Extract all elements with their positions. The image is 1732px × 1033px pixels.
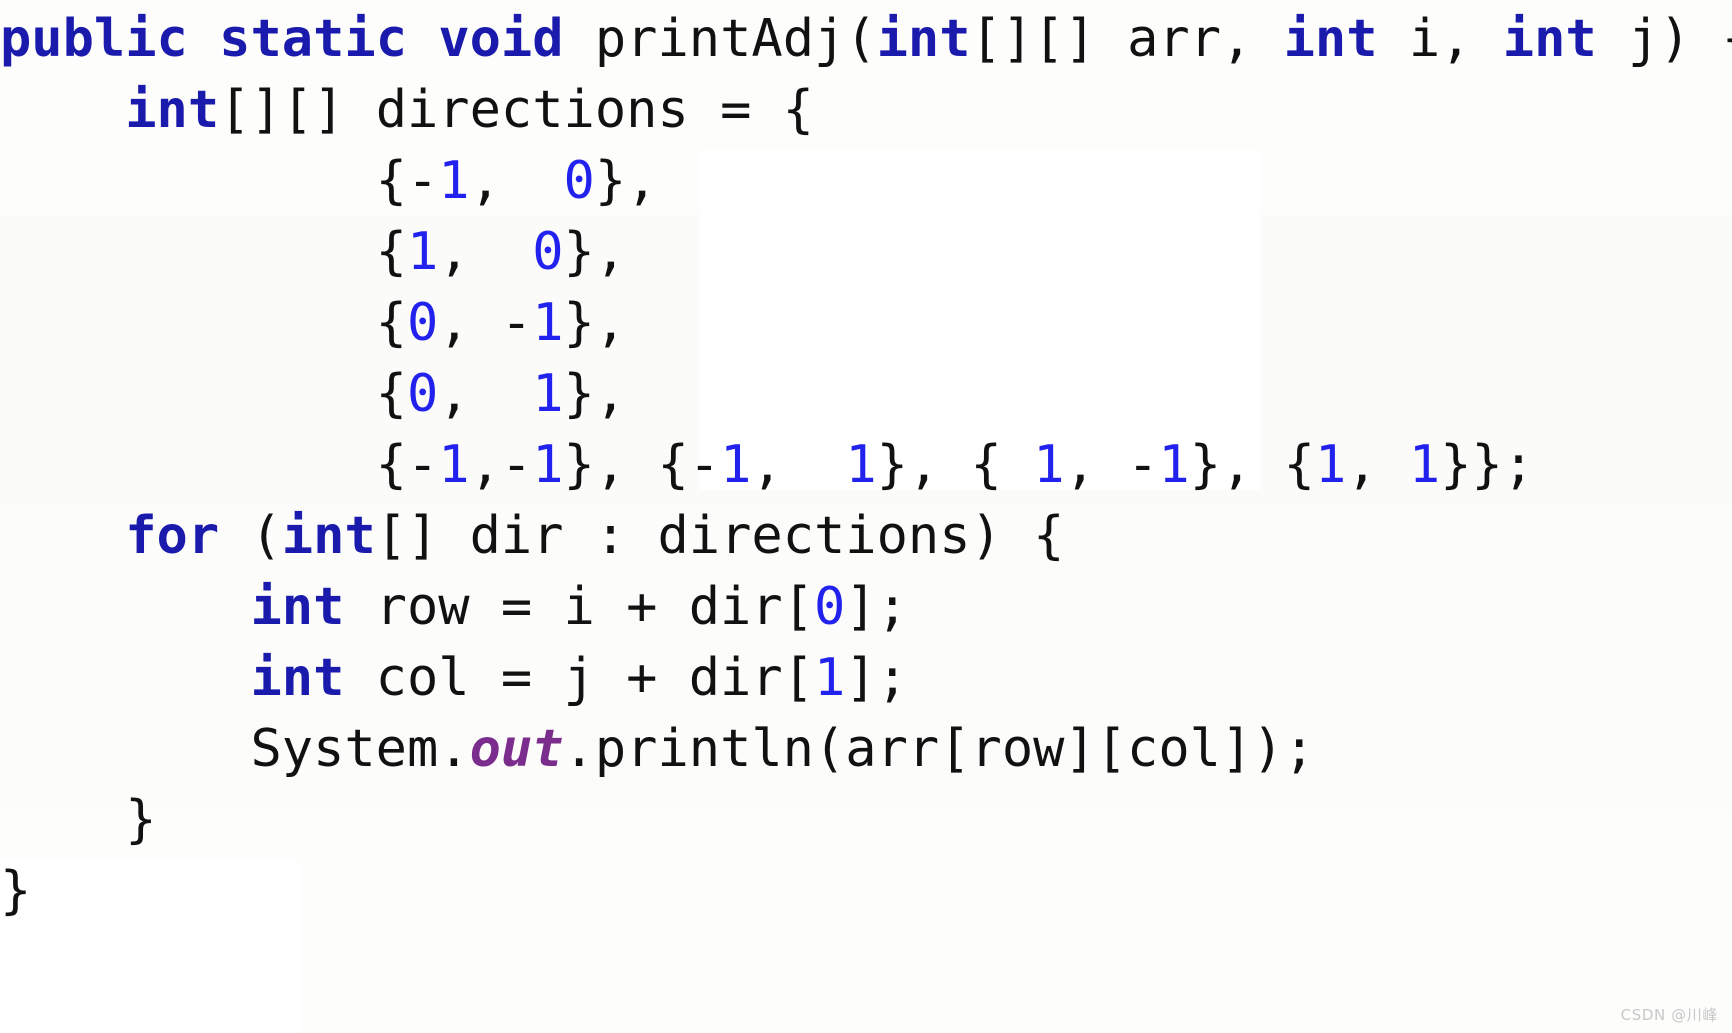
code-token-plain: }, { [876,435,1034,495]
code-token-plain: { [0,222,407,282]
code-token-plain: }, {- [563,435,721,495]
code-token-plain: {- [0,435,439,495]
code-line: int col = j + dir[1]; [0,643,1732,714]
code-token-plain: }, [563,364,627,424]
code-line: int[][] directions = { [0,75,1732,146]
code-token-plain: printAdj( [563,9,877,69]
code-token-plain: ,- [469,435,533,495]
code-token-num: 1 [845,435,877,495]
code-token-kw: int [250,648,345,708]
code-token-num: 0 [407,364,439,424]
code-token-plain: }, [594,151,658,211]
code-token-plain: , [438,222,533,282]
code-token-plain: row = i + dir[ [344,577,814,637]
code-token-num: 1 [438,151,470,211]
code-line: System.out.println(arr[row][col]); [0,714,1732,785]
code-token-kw: int [1502,9,1597,69]
code-token-kw: int [876,9,971,69]
code-token-num: 1 [532,293,564,353]
code-line: {1, 0}, [0,217,1732,288]
code-token-plain: }, { [1189,435,1315,495]
code-token-plain: , [469,151,564,211]
code-line: {-1,-1}, {-1, 1}, { 1, -1}, {1, 1}}; [0,430,1732,501]
code-token-plain: }, [563,222,627,282]
code-token-num: 1 [1158,435,1190,495]
code-token-plain: } [0,861,32,921]
code-token-plain: col = j + dir[ [344,648,814,708]
code-token-num: 1 [438,435,470,495]
code-token-num: 0 [407,293,439,353]
code-line: {0, -1}, [0,288,1732,359]
code-token-kw: int [281,506,376,566]
code-token-plain: { [0,293,407,353]
code-token-field: out [469,719,564,779]
code-token-plain: , [751,435,846,495]
code-token-plain: } [0,790,157,850]
watermark: CSDN @川峰 [1620,1006,1718,1024]
code-token-num: 1 [532,435,564,495]
code-token-num: 0 [563,151,595,211]
code-token-kw: int [1283,9,1378,69]
code-token-num: 1 [1033,435,1065,495]
code-token-plain: , - [1064,435,1159,495]
code-token-kw: public [0,9,188,69]
code-line: for (int[] dir : directions) { [0,501,1732,572]
code-token-num: 1 [813,648,846,708]
code-token-plain: , [1346,435,1409,495]
code-token-plain: ( [219,506,282,566]
code-token-num: 1 [1408,435,1441,495]
code-token-num: 0 [532,222,564,282]
code-line: } [0,785,1732,856]
code-token-plain: [][] arr, [970,9,1284,69]
code-token-plain: System. [0,719,470,779]
code-token-plain: .println(arr[row][col]); [563,719,1315,779]
code-token-kw: void [438,9,564,69]
code-token-kw: int [125,80,220,140]
code-token-plain: , [438,364,533,424]
code-token-kw: int [250,577,345,637]
code-token-num: 1 [720,435,752,495]
code-token-plain: [][] directions = { [219,80,814,140]
code-token-plain: i, [1377,9,1503,69]
code-token-plain: , - [438,293,533,353]
code-token-plain: }, [563,293,627,353]
code-token-num: 0 [813,577,846,637]
code-screenshot: public static void printAdj(int[][] arr,… [0,0,1732,1033]
code-token-plain: [] dir : directions) { [375,506,1065,566]
code-token-plain: j) { [1628,9,1732,69]
code-block: public static void printAdj(int[][] arr,… [0,0,1732,927]
code-token-num: 1 [1314,435,1347,495]
code-token-plain: { [0,364,407,424]
code-token-num: 1 [407,222,439,282]
code-line: {-1, 0}, [0,146,1732,217]
code-token-plain: ]; [845,577,908,637]
code-token-kw: static [219,9,407,69]
code-line: {0, 1}, [0,359,1732,430]
code-token-plain: ]; [845,648,908,708]
code-token-plain: {- [0,151,439,211]
code-token-kw: for [125,506,220,566]
code-line: public static void printAdj(int[][] arr,… [0,4,1732,75]
code-line: } [0,856,1732,927]
code-line: int row = i + dir[0]; [0,572,1732,643]
code-token-num: 1 [532,364,564,424]
code-token-plain: }}; [1440,435,1535,495]
